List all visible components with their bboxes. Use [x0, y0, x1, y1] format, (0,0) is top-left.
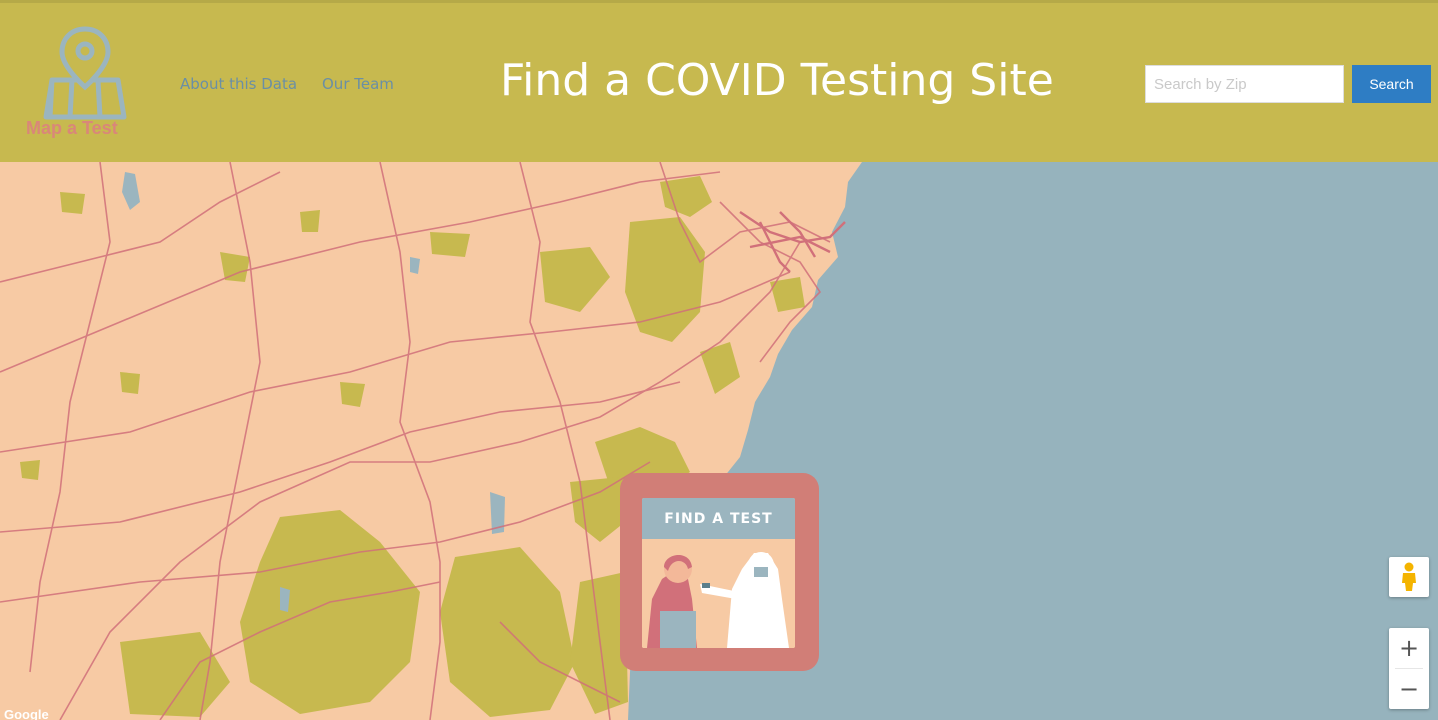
zoom-out-button[interactable]: −	[1389, 669, 1429, 709]
zoom-control: + −	[1389, 628, 1429, 709]
zoom-in-button[interactable]: +	[1389, 628, 1429, 668]
nav-about-link[interactable]: About this Data	[180, 75, 297, 93]
find-a-test-card[interactable]: FIND A TEST	[620, 473, 819, 671]
street-view-pegman-button[interactable]	[1389, 557, 1429, 597]
map-canvas[interactable]: FIND A TEST + − Google	[0, 162, 1438, 720]
google-attribution[interactable]: Google	[4, 707, 49, 720]
search-button[interactable]: Search	[1352, 65, 1431, 103]
brand-name[interactable]: Map a Test	[26, 118, 146, 139]
testing-illustration-icon	[642, 539, 795, 648]
find-a-test-card-inner: FIND A TEST	[642, 498, 795, 648]
page-title: Find a COVID Testing Site	[500, 55, 1054, 106]
nav-team-link[interactable]: Our Team	[322, 75, 394, 93]
find-a-test-label: FIND A TEST	[642, 498, 795, 539]
zip-search-input[interactable]	[1145, 65, 1344, 103]
pegman-icon	[1402, 562, 1416, 591]
site-header: Map a Test About this Data Our Team Find…	[0, 0, 1438, 162]
